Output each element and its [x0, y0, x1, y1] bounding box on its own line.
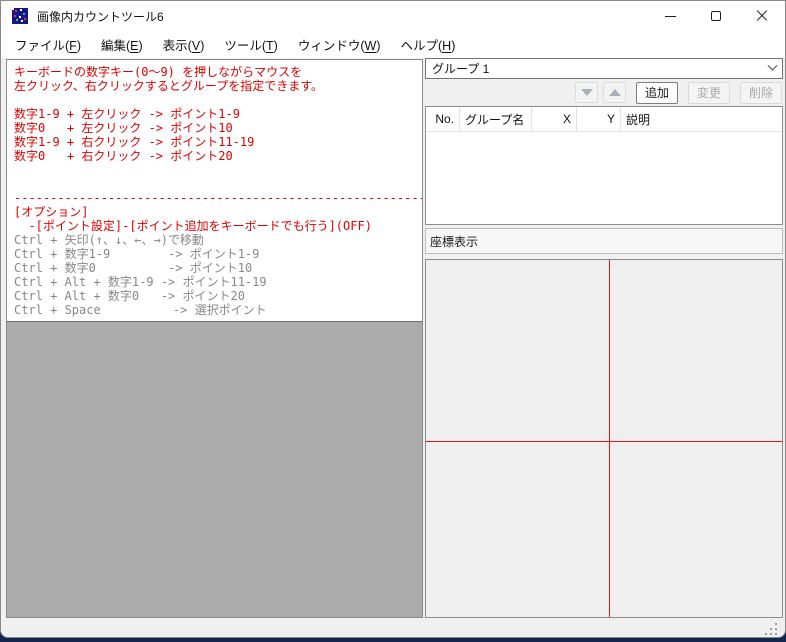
window-title: 画像内カウントツール6	[37, 9, 164, 24]
menu-tools[interactable]: ツール(T)	[214, 31, 287, 58]
close-button[interactable]	[739, 1, 785, 31]
keyboard-shortcuts-text: Ctrl + 矢印(↑、↓、←、→)で移動 Ctrl + 数字1-9 -> ポイ…	[14, 233, 267, 317]
coordinate-preview-panel[interactable]	[425, 259, 783, 618]
column-header-x: X	[532, 107, 577, 131]
app-window: 画像内カウントツール6 ファイル(F) 編集(E) 表示(V) ツール(T) ウ…	[0, 0, 786, 638]
caption-buttons	[647, 1, 785, 31]
chevron-down-icon	[767, 60, 778, 71]
move-down-button[interactable]	[575, 82, 598, 103]
column-header-y: Y	[577, 107, 621, 131]
title-bar: 画像内カウントツール6	[1, 1, 785, 31]
menu-edit[interactable]: 編集(E)	[91, 31, 153, 58]
group-toolbar: 追加 変更 削除	[425, 80, 783, 105]
minimize-icon	[664, 15, 676, 17]
add-button[interactable]: 追加	[636, 81, 678, 104]
maximize-icon	[711, 11, 721, 21]
resize-grip[interactable]	[765, 623, 777, 635]
menu-view[interactable]: 表示(V)	[153, 31, 215, 58]
triangle-down-icon	[580, 89, 593, 96]
maximize-button[interactable]	[693, 1, 739, 31]
menu-window[interactable]: ウィンドウ(W)	[288, 31, 391, 58]
minimize-button[interactable]	[647, 1, 693, 31]
image-canvas-area[interactable]: キーボードの数字キー(0〜9) を押しながらマウスを 左クリック、右クリックする…	[6, 59, 423, 618]
column-header-no: No.	[426, 107, 460, 131]
instructions-panel: キーボードの数字キー(0〜9) を押しながらマウスを 左クリック、右クリックする…	[7, 60, 422, 322]
delete-button[interactable]: 削除	[740, 81, 782, 104]
crosshair-horizontal-line	[426, 441, 782, 442]
column-header-description: 説明	[626, 112, 651, 127]
edit-button[interactable]: 変更	[688, 81, 730, 104]
coordinate-display-label: 座標表示	[425, 228, 783, 254]
points-table-header: No. グループ名 X Y 説明	[426, 107, 782, 132]
menu-bar: ファイル(F) 編集(E) 表示(V) ツール(T) ウィンドウ(W) ヘルプ(…	[1, 31, 785, 58]
column-header-group-name: グループ名	[460, 107, 532, 131]
status-strip	[1, 620, 785, 637]
crosshair-vertical-line	[609, 260, 610, 617]
group-select-value: グループ 1	[432, 62, 490, 76]
group-select[interactable]: グループ 1	[425, 58, 783, 79]
menu-file[interactable]: ファイル(F)	[5, 31, 91, 58]
menu-help[interactable]: ヘルプ(H)	[391, 31, 466, 58]
points-table[interactable]: No. グループ名 X Y 説明	[425, 106, 783, 225]
close-icon	[756, 10, 768, 22]
app-icon	[12, 8, 28, 24]
instructions-text: キーボードの数字キー(0〜9) を押しながらマウスを 左クリック、右クリックする…	[14, 65, 422, 233]
move-up-button[interactable]	[603, 82, 626, 103]
triangle-up-icon	[608, 89, 621, 96]
